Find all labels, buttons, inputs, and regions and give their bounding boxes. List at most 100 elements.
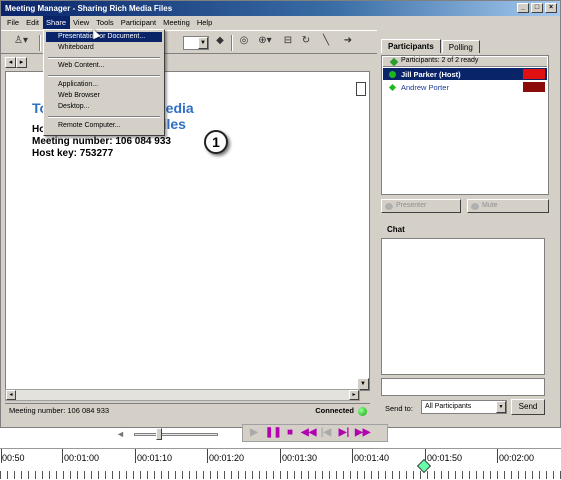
- maximize-button[interactable]: □: [531, 3, 543, 13]
- playback-bar: ◄ ▶ ❚❚ ■ ◀◀ |◀ ▶| ▶▶ 00:50 00:01:00 00:0…: [0, 424, 561, 480]
- stop-icon[interactable]: ■: [283, 427, 297, 439]
- timeline-tick: [135, 449, 136, 463]
- share-menu-web-content[interactable]: Web Content...: [46, 61, 162, 71]
- timeline-ruler: [0, 471, 561, 479]
- participant-flag: [523, 69, 545, 79]
- menu-separator: [48, 75, 160, 77]
- status-meeting-number: Meeting number: 106 084 933: [9, 406, 110, 415]
- volume-slider[interactable]: [134, 433, 218, 436]
- sync-icon[interactable]: ◎: [237, 35, 251, 51]
- chevron-down-icon: ▼: [198, 37, 208, 49]
- rotate-icon[interactable]: ↻: [299, 35, 313, 51]
- scroll-right-arrow[interactable]: ▸: [349, 390, 359, 400]
- status-diamond-icon: [389, 57, 399, 67]
- connection-status: Connected: [315, 406, 354, 415]
- timeline-label: 00:01:00: [64, 453, 100, 463]
- menu-edit[interactable]: Edit: [23, 16, 43, 29]
- close-button[interactable]: ×: [545, 3, 557, 13]
- fast-forward-icon[interactable]: ▶▶: [355, 427, 370, 439]
- presenter-button[interactable]: Presenter: [381, 199, 461, 213]
- pointer-icon[interactable]: ◆: [213, 35, 227, 51]
- share-menu-desktop[interactable]: Desktop...: [46, 102, 162, 112]
- menu-separator: [48, 57, 160, 59]
- timeline-tick: [352, 449, 353, 463]
- chat-input[interactable]: [381, 378, 545, 396]
- toolbar-separator: [231, 35, 233, 51]
- timeline-tick: [497, 449, 498, 463]
- skip-back-icon[interactable]: |◀: [319, 427, 333, 439]
- skip-forward-icon[interactable]: ▶|: [337, 427, 351, 439]
- participant-list-header: Participants: 2 of 2 ready: [383, 57, 547, 67]
- connection-led-icon: [358, 407, 367, 416]
- panel-tabs: Participants Polling: [381, 39, 481, 53]
- arrow-tool-icon[interactable]: ➜: [341, 35, 355, 51]
- menu-help[interactable]: Help: [194, 16, 216, 29]
- page-icon[interactable]: [356, 82, 366, 96]
- toolbar-separator: [39, 35, 41, 51]
- step-callout: 1: [204, 130, 228, 154]
- chat-heading: Chat: [387, 225, 405, 234]
- minimize-button[interactable]: _: [517, 3, 529, 13]
- timeline-tick: [280, 449, 281, 463]
- meeting-number-text: Meeting number: 106 084 933: [32, 136, 171, 147]
- text-tool-icon[interactable]: ⊟: [281, 35, 295, 51]
- send-to-value: All Participants: [425, 403, 472, 410]
- tab-left-arrow[interactable]: ◂: [5, 57, 16, 68]
- timeline-label: 00:01:10: [137, 453, 173, 463]
- presenter-ball-icon: [389, 71, 396, 78]
- zoom-select[interactable]: ▼: [183, 36, 209, 50]
- share-menu-presentation[interactable]: Presentation or Document...: [46, 32, 162, 42]
- share-menu-application[interactable]: Application...: [46, 80, 162, 90]
- window-title: Meeting Manager - Sharing Rich Media Fil…: [5, 4, 173, 13]
- side-panel: Participants Polling Participants: 2 of …: [379, 37, 552, 419]
- send-to-label: Send to:: [385, 404, 413, 413]
- presenter-button-label: Presenter: [396, 202, 427, 209]
- participant-name: Jill Parker (Host): [401, 70, 461, 79]
- tab-polling[interactable]: Polling: [441, 40, 480, 53]
- share-menu-web-browser[interactable]: Web Browser: [46, 91, 162, 101]
- send-to-select[interactable]: All Participants ▼: [421, 400, 507, 414]
- participants-count: Participants: 2 of 2 ready: [401, 57, 479, 64]
- horizontal-scrollbar[interactable]: ◂ ▸: [5, 389, 360, 401]
- presenter-icon: [385, 203, 393, 210]
- tab-participants[interactable]: Participants: [381, 39, 441, 53]
- volume-control: ◄: [116, 428, 222, 440]
- share-menu-remote-computer[interactable]: Remote Computer...: [46, 121, 162, 131]
- scroll-left-arrow[interactable]: ◂: [6, 390, 16, 400]
- chevron-down-icon: ▼: [496, 401, 506, 413]
- participant-row[interactable]: Andrew Porter: [383, 81, 547, 93]
- participants-icon[interactable]: ♙▾: [9, 35, 33, 51]
- rewind-icon[interactable]: ◀◀: [301, 427, 316, 439]
- mute-button-label: Mute: [482, 202, 498, 209]
- participant-row-host[interactable]: Jill Parker (Host): [383, 68, 547, 80]
- participant-list: Participants: 2 of 2 ready Jill Parker (…: [381, 55, 549, 195]
- share-menu-whiteboard[interactable]: Whiteboard: [46, 43, 162, 53]
- timeline-label: 00:01:50: [427, 453, 463, 463]
- play-icon[interactable]: ▶: [247, 427, 261, 439]
- meeting-manager-window: Meeting Manager - Sharing Rich Media Fil…: [0, 0, 561, 428]
- timeline-label: 00:50: [2, 453, 25, 463]
- participant-actions: Presenter Mute: [381, 199, 549, 213]
- timeline-label: 00:01:20: [209, 453, 245, 463]
- menu-meeting[interactable]: Meeting: [160, 16, 194, 29]
- menu-file[interactable]: File: [4, 16, 23, 29]
- menu-view[interactable]: View: [70, 16, 93, 29]
- volume-thumb[interactable]: [156, 428, 162, 440]
- mute-icon: [471, 203, 479, 210]
- send-button[interactable]: Send: [511, 399, 545, 415]
- host-key-text: Host key: 753277: [32, 148, 114, 159]
- line-tool-icon[interactable]: ╲: [319, 35, 333, 51]
- participant-name: Andrew Porter: [401, 83, 449, 92]
- share-menu: Presentation or Document... Whiteboard W…: [43, 29, 165, 136]
- timeline[interactable]: 00:50 00:01:00 00:01:10 00:01:20 00:01:3…: [0, 448, 561, 480]
- participant-flag: [523, 82, 545, 92]
- playback-controls: ▶ ❚❚ ■ ◀◀ |◀ ▶| ▶▶: [242, 424, 388, 442]
- zoom-icon[interactable]: ⊕▾: [255, 35, 275, 51]
- tab-right-arrow[interactable]: ▸: [16, 57, 27, 68]
- timeline-label: 00:01:30: [282, 453, 318, 463]
- mute-button[interactable]: Mute: [467, 199, 549, 213]
- menu-participant[interactable]: Participant: [118, 16, 160, 29]
- menu-share[interactable]: Share: [43, 16, 71, 29]
- pause-icon[interactable]: ❚❚: [265, 427, 282, 439]
- status-bar: Meeting number: 106 084 933 Connected: [5, 403, 370, 417]
